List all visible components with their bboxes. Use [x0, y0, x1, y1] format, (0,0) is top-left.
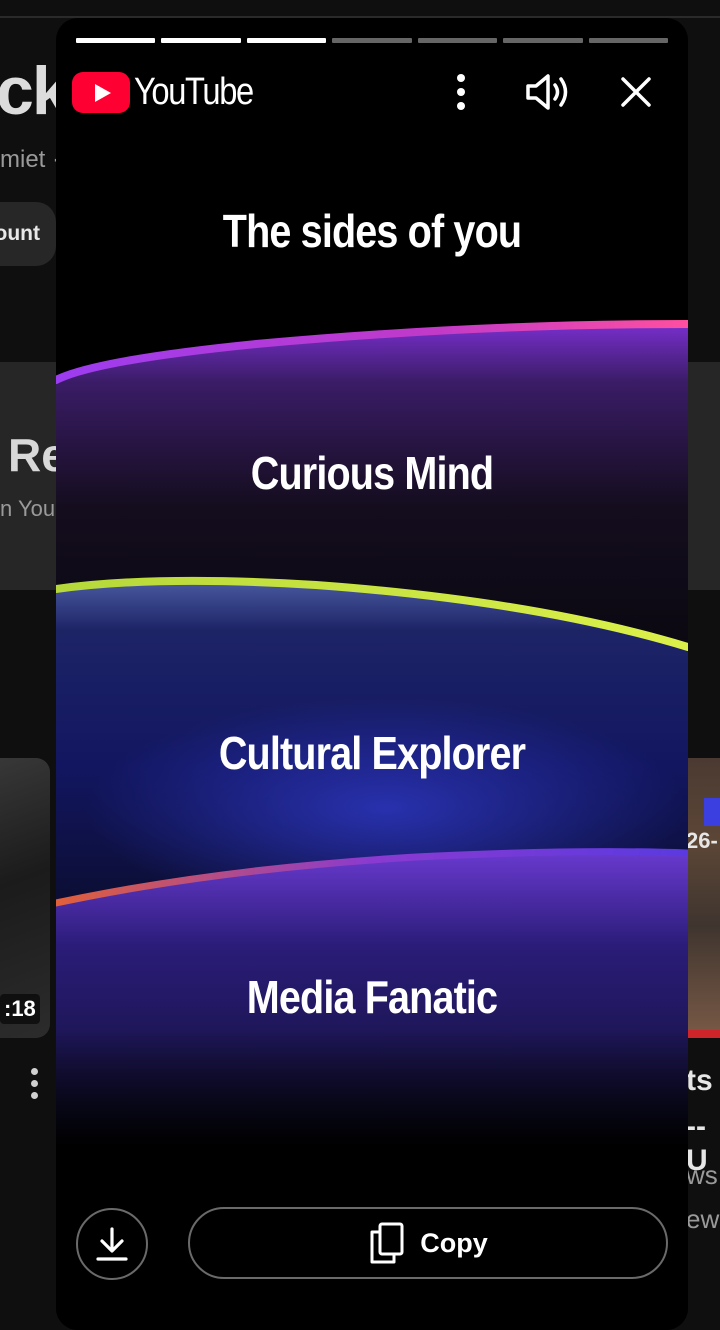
- more-options-button[interactable]: [437, 68, 485, 116]
- youtube-play-icon: [72, 71, 130, 113]
- background-chip-label: ount: [0, 222, 40, 245]
- trait-label: Curious Mind: [250, 447, 494, 499]
- download-icon: [96, 1227, 128, 1261]
- thumbnail-badge-text: 26-: [686, 828, 718, 853]
- close-icon: [621, 77, 651, 107]
- progress-segment: [161, 38, 241, 43]
- volume-icon: [526, 74, 568, 110]
- progress-segment: [76, 38, 156, 43]
- video-meta-line: ws: [686, 1160, 718, 1190]
- mute-toggle-button[interactable]: [524, 68, 572, 116]
- video-meta-line: ew: [686, 1204, 720, 1234]
- copy-button[interactable]: Copy: [188, 1207, 668, 1279]
- close-button[interactable]: [612, 68, 660, 116]
- trait-label: Media Fanatic: [246, 971, 498, 1023]
- progress-segment: [332, 38, 412, 43]
- background-banner-subtitle: n You: [0, 496, 56, 521]
- copy-button-label: Copy: [420, 1227, 488, 1258]
- video-thumbnail-right[interactable]: [686, 758, 720, 1038]
- brand-wordmark: YouTube: [134, 70, 254, 113]
- video-duration: :18: [0, 994, 40, 1024]
- story-progress-bar: [76, 38, 668, 44]
- more-vertical-icon: [457, 74, 465, 110]
- background-subtitle: miet ·: [0, 146, 60, 173]
- download-button[interactable]: [76, 1208, 148, 1280]
- progress-segment: [503, 38, 583, 43]
- copy-icon: [370, 1222, 404, 1264]
- progress-segment: [417, 38, 498, 43]
- story-headline: The sides of you: [222, 205, 522, 257]
- trait-label: Cultural Explorer: [218, 727, 526, 779]
- youtube-logo: YouTube: [72, 70, 272, 114]
- recap-story-modal: YouTube The sides of you Curious Mind Cu…: [56, 18, 688, 1330]
- video-title-line: ts: [686, 1064, 713, 1097]
- progress-segment: [246, 38, 327, 43]
- progress-segment: [588, 38, 668, 43]
- video-more-icon[interactable]: [28, 1068, 40, 1104]
- background-chip[interactable]: ount: [0, 202, 56, 266]
- thumbnail-progress: [686, 1030, 720, 1038]
